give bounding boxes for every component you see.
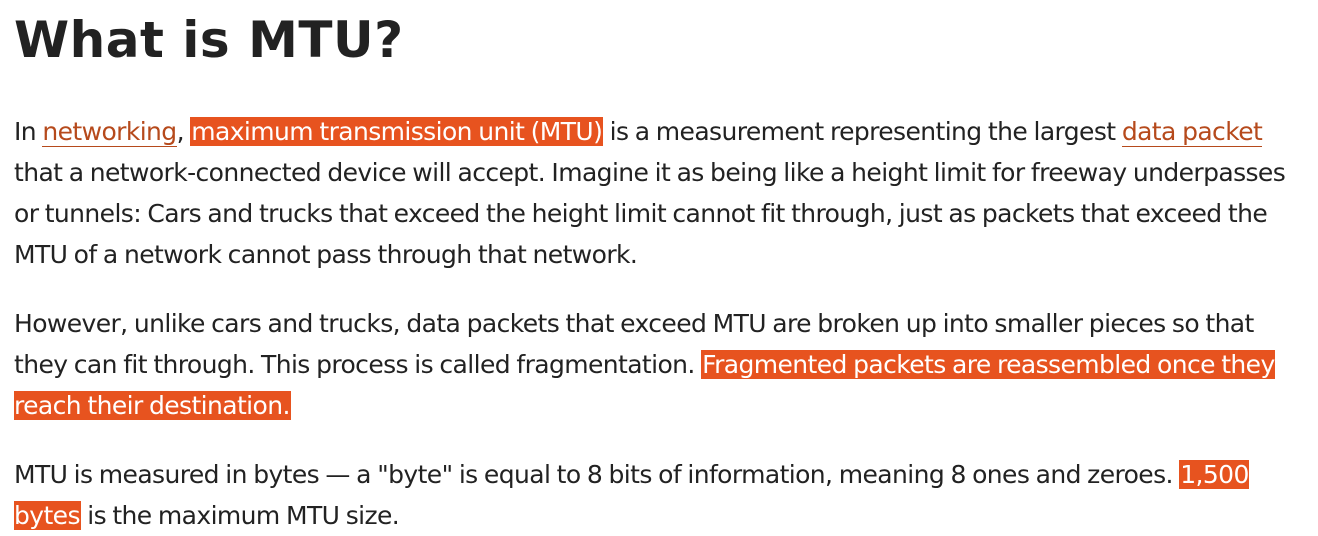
text-segment: In (14, 117, 43, 146)
networking-link[interactable]: networking (42, 117, 177, 147)
text-segment: MTU is measured in bytes — a "byte" is e… (14, 460, 1180, 489)
text-segment: is the maximum MTU size. (80, 501, 400, 530)
page-title: What is MTU? (14, 11, 404, 69)
text-segment: is a measurement representing the larges… (603, 117, 1122, 146)
article-content: What is MTU? In networking, maximum tran… (0, 0, 1318, 536)
paragraph-size: MTU is measured in bytes — a "byte" is e… (14, 454, 1304, 536)
text-segment: that a network-connected device will acc… (14, 158, 1286, 269)
data-packet-link[interactable]: data packet (1121, 117, 1263, 147)
paragraph-fragmentation: However, unlike cars and trucks, data pa… (14, 303, 1304, 426)
text-segment: , (176, 117, 191, 146)
paragraph-definition: In networking, maximum transmission unit… (14, 111, 1304, 275)
mtu-term-highlight: maximum transmission unit (MTU) (190, 117, 604, 146)
